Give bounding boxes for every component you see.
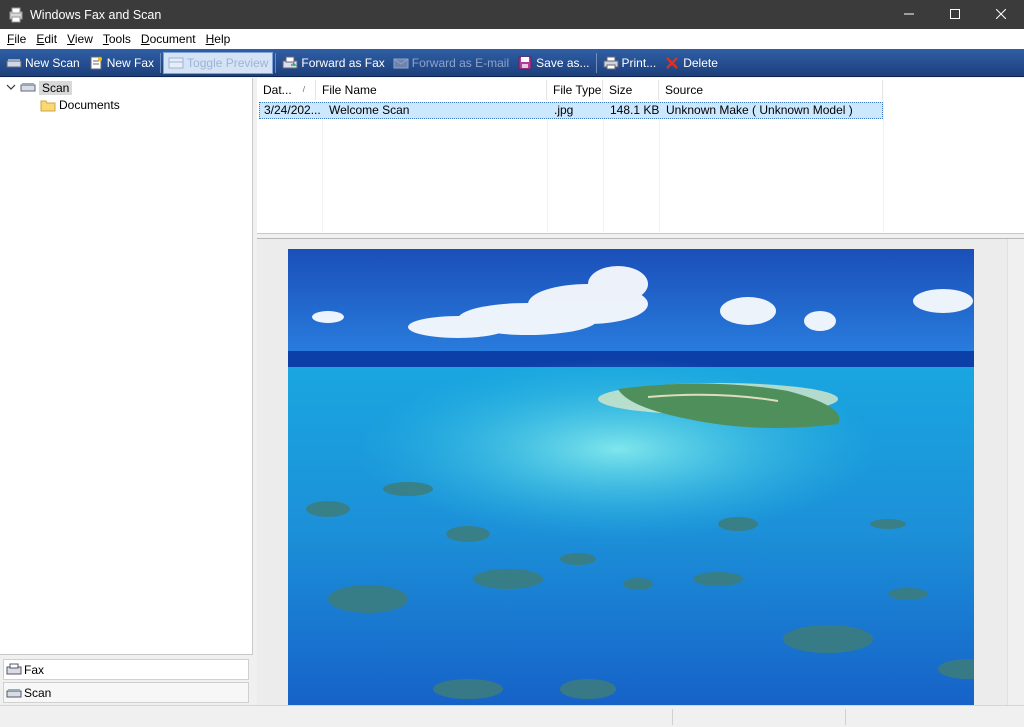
nav-scan-button[interactable]: Scan	[3, 682, 249, 703]
forward-email-icon	[393, 56, 409, 70]
column-divider	[603, 100, 604, 232]
menu-help[interactable]: Help	[201, 32, 236, 46]
column-header-date[interactable]: Dat... /	[257, 80, 316, 100]
folder-icon	[40, 98, 56, 112]
menu-tools[interactable]: Tools	[98, 32, 136, 46]
window-title: Windows Fax and Scan	[30, 7, 162, 22]
save-as-button[interactable]: Save as...	[513, 52, 593, 74]
toggle-preview-button[interactable]: Toggle Preview	[163, 51, 274, 74]
delete-icon	[664, 56, 680, 70]
preview-icon	[168, 56, 184, 70]
status-separator	[845, 709, 846, 725]
nav-fax-button[interactable]: Fax	[3, 659, 249, 680]
maximize-icon	[950, 8, 960, 22]
sort-arrow-icon: /	[302, 85, 305, 94]
scanned-image-preview	[288, 249, 974, 705]
fax-scan-app-icon	[8, 7, 24, 23]
forward-as-fax-button[interactable]: Forward as Fax	[278, 52, 388, 74]
title-bar: Windows Fax and Scan	[0, 0, 1024, 29]
fax-icon	[6, 663, 22, 676]
toolbar-separator	[160, 52, 162, 73]
print-button[interactable]: Print...	[599, 52, 661, 74]
column-divider	[322, 100, 323, 232]
status-separator	[672, 709, 673, 725]
column-header-source[interactable]: Source	[659, 80, 883, 100]
menu-view[interactable]: View	[62, 32, 98, 46]
close-icon	[995, 8, 1007, 22]
column-header-size[interactable]: Size	[603, 80, 659, 100]
column-divider	[883, 100, 884, 232]
preview-scrollbar[interactable]	[1007, 239, 1024, 705]
toolbar-separator	[275, 52, 277, 73]
printer-icon	[603, 56, 619, 70]
column-header-file-type[interactable]: File Type	[547, 80, 603, 100]
chevron-down-icon[interactable]	[6, 83, 16, 94]
new-scan-button[interactable]: New Scan	[2, 52, 84, 74]
menu-edit[interactable]: Edit	[31, 32, 62, 46]
scanner-icon	[6, 686, 22, 699]
cell-file-name: Welcome Scan	[329, 103, 410, 117]
forward-as-email-button[interactable]: Forward as E-mail	[389, 52, 513, 74]
list-header: Dat... / File Name File Type Size Source	[257, 80, 883, 100]
new-fax-icon	[88, 56, 104, 70]
folder-tree-pane: Scan Documents	[0, 78, 253, 654]
tree-item-documents[interactable]: Documents	[40, 96, 120, 114]
cell-size: 148.1 KB	[610, 103, 660, 117]
maximize-button[interactable]	[932, 0, 978, 29]
cell-date: 3/24/202...	[264, 103, 321, 117]
menu-file[interactable]: File	[2, 32, 31, 46]
close-button[interactable]	[978, 0, 1024, 29]
tree-item-scan[interactable]: Scan	[6, 79, 73, 97]
preview-pane	[257, 238, 1024, 705]
document-list: Dat... / File Name File Type Size Source…	[257, 78, 1024, 234]
forward-fax-icon	[282, 56, 298, 70]
menu-bar: File Edit View Tools Document Help	[0, 29, 1024, 49]
column-divider	[547, 100, 548, 232]
scanner-icon	[20, 81, 36, 95]
delete-button[interactable]: Delete	[660, 52, 722, 74]
toolbar-separator	[595, 52, 597, 73]
cell-file-type: .jpg	[554, 103, 574, 117]
menu-document[interactable]: Document	[136, 32, 201, 46]
status-bar	[0, 705, 1024, 727]
cell-source: Unknown Make ( Unknown Model )	[666, 103, 853, 117]
save-icon	[517, 56, 533, 70]
minimize-button[interactable]	[886, 0, 932, 29]
new-fax-button[interactable]: New Fax	[84, 52, 158, 74]
minimize-icon	[904, 8, 914, 22]
scanner-icon	[6, 56, 22, 70]
column-divider	[659, 100, 660, 232]
column-header-file-name[interactable]: File Name	[316, 80, 547, 100]
table-row[interactable]: 3/24/202... Welcome Scan .jpg 148.1 KB U…	[259, 102, 883, 119]
toolbar: New Scan New Fax Toggle Preview Forward …	[0, 49, 1024, 77]
